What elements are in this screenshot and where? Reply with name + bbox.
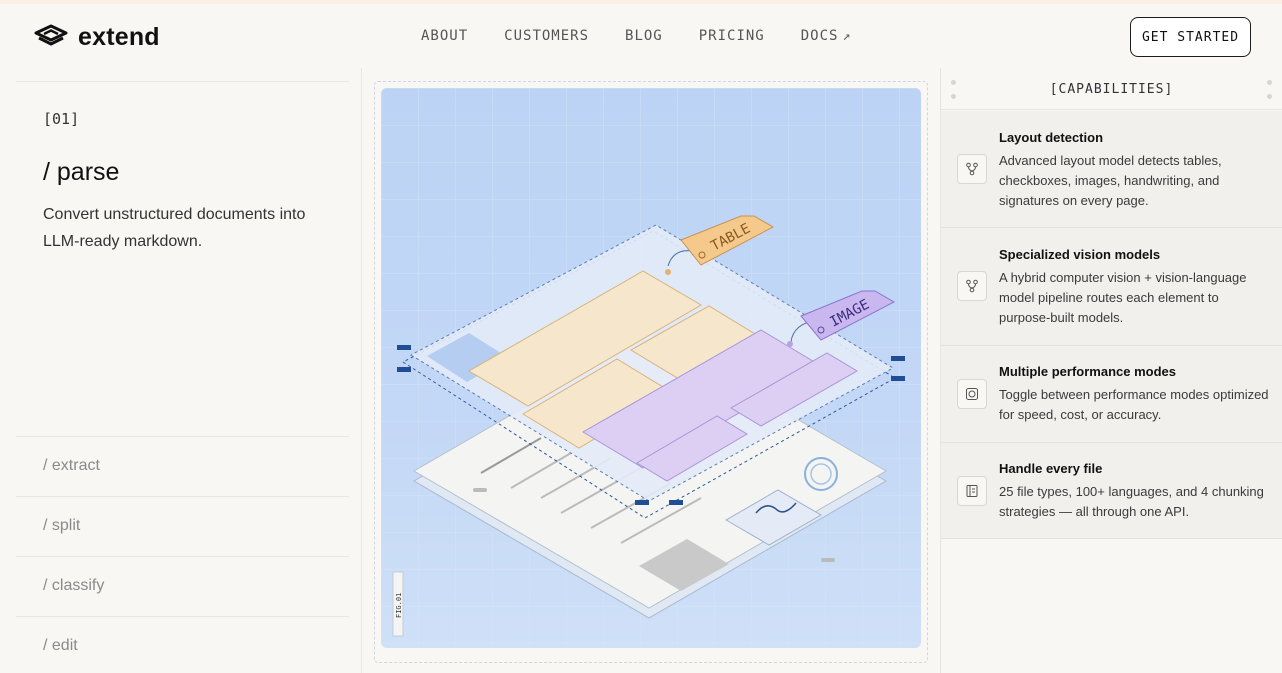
step-description: Convert unstructured documents into LLM-…: [43, 206, 306, 250]
column-divider: [361, 68, 362, 673]
capability-vision-models: Specialized vision models A hybrid compu…: [941, 228, 1282, 346]
brand-name: extend: [78, 22, 160, 51]
capabilities-header: [CAPABILITIES]: [941, 70, 1282, 110]
divider: [16, 556, 349, 557]
site-header: extend ABOUT CUSTOMERS BLOG PRICING DOCS…: [0, 4, 1282, 68]
branch-icon: [957, 271, 987, 301]
capability-title: Multiple performance modes: [999, 364, 1176, 379]
target-icon: [957, 379, 987, 409]
nav-docs-label: DOCS: [800, 28, 839, 44]
capability-description: 25 file types, 100+ languages, and 4 chu…: [999, 484, 1264, 519]
divider: [16, 436, 349, 437]
arrow-up-right-icon: ↗: [842, 29, 852, 44]
divider: [16, 616, 349, 617]
nav-pricing[interactable]: PRICING: [699, 28, 765, 44]
step-extract[interactable]: / extract: [43, 457, 100, 475]
step-classify[interactable]: / classify: [43, 577, 104, 595]
capability-description: Advanced layout model detects tables, ch…: [999, 153, 1222, 208]
main-nav: ABOUT CUSTOMERS BLOG PRICING DOCS ↗: [421, 28, 851, 44]
divider: [16, 81, 349, 82]
step-edit[interactable]: / edit: [43, 637, 78, 655]
capability-description: Toggle between performance modes optimiz…: [999, 387, 1269, 422]
file-icon: [957, 476, 987, 506]
step-split[interactable]: / split: [43, 517, 80, 535]
capability-handle-every-file: Handle every file 25 file types, 100+ la…: [941, 443, 1282, 539]
nav-customers[interactable]: CUSTOMERS: [504, 28, 589, 44]
step-number: [01]: [43, 110, 80, 128]
branch-icon: [957, 154, 987, 184]
nav-docs[interactable]: DOCS ↗: [801, 28, 852, 44]
parse-illustration: TABLE IMAGE FIG.01: [381, 88, 921, 648]
extend-logo-icon: [34, 24, 68, 50]
capability-title: Handle every file: [999, 461, 1103, 476]
capability-title: Layout detection: [999, 130, 1104, 145]
nav-about[interactable]: ABOUT: [421, 28, 468, 44]
nav-blog[interactable]: BLOG: [625, 28, 663, 44]
capability-description: A hybrid computer vision + vision-langua…: [999, 270, 1247, 325]
capability-performance-modes: Multiple performance modes Toggle betwee…: [941, 346, 1282, 443]
figure-label: FIG.01: [395, 593, 403, 618]
divider: [16, 496, 349, 497]
capability-title: Specialized vision models: [999, 247, 1161, 262]
capability-layout-detection: Layout detection Advanced layout model d…: [941, 111, 1282, 228]
step-list: [01] / parse Convert unstructured docume…: [16, 68, 349, 673]
step-title: / parse: [43, 158, 120, 186]
capabilities-heading: [CAPABILITIES]: [1049, 82, 1174, 97]
get-started-button[interactable]: GET STARTED: [1130, 17, 1251, 57]
brand-logo[interactable]: extend: [34, 24, 160, 50]
